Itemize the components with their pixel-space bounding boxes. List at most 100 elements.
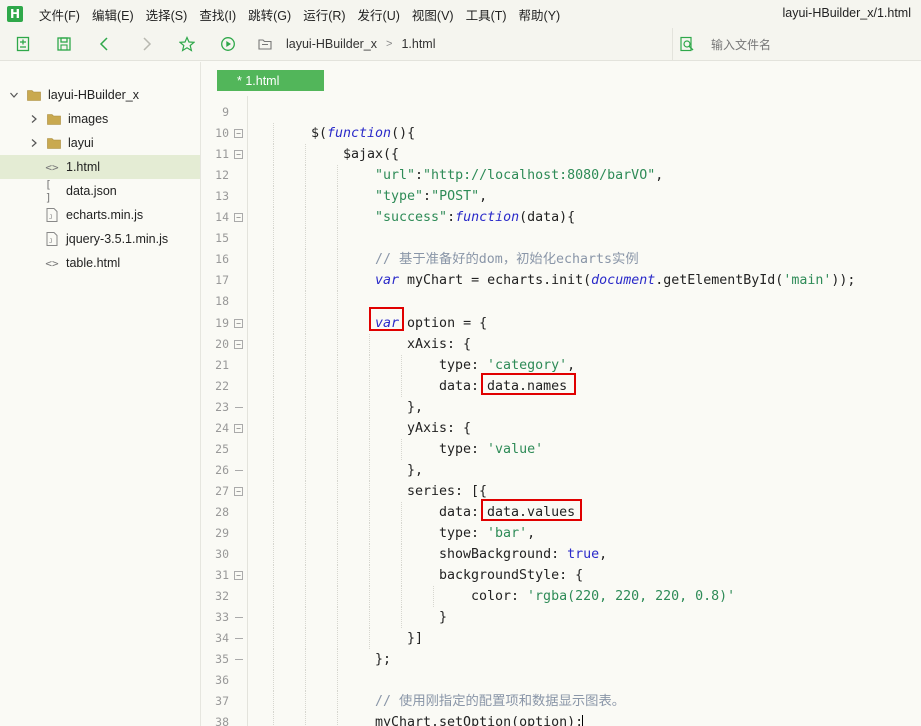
code-line-37[interactable]: 37 // 使用刚指定的配置项和数据显示图表。 xyxy=(201,691,921,713)
tree-item-echarts-min-js[interactable]: Jecharts.min.js xyxy=(0,203,200,227)
code-token: )); xyxy=(831,273,856,289)
code-editor[interactable]: * 1.html 9 10− $(function(){11− $ajax({12 "u… xyxy=(201,62,921,726)
fold-minus-icon[interactable]: − xyxy=(234,129,243,139)
indent-guide xyxy=(305,459,306,481)
indent-guide xyxy=(401,607,402,629)
code-line-30[interactable]: 30 showBackground: true, xyxy=(201,544,921,566)
chevron-down-icon[interactable] xyxy=(9,90,19,100)
chevron-right-icon[interactable] xyxy=(29,114,39,124)
menu-bar: H 文件(F) 编辑(E) 选择(S) 查找(I) 跳转(G) 运行(R) 发行(U) 视图(… xyxy=(0,0,921,28)
menu-item-9[interactable]: 帮助(Y) xyxy=(515,5,569,24)
code-line-14[interactable]: 14− "success":function(data){ xyxy=(201,207,921,229)
code-line-11[interactable]: 11− $ajax({ xyxy=(201,144,921,166)
indent-guide xyxy=(337,375,338,397)
fold-minus-icon[interactable]: − xyxy=(234,213,243,223)
menu-item-0[interactable]: 文件(F) xyxy=(35,5,88,24)
menu-item-6[interactable]: 发行(U) xyxy=(354,5,408,24)
code-line-16[interactable]: 16 // 基于准备好的dom，初始化echarts实例 xyxy=(201,249,921,271)
fold-minus-icon[interactable]: − xyxy=(234,318,243,328)
code-line-24[interactable]: 24− yAxis: { xyxy=(201,417,921,439)
search-file-icon[interactable] xyxy=(679,36,695,52)
code-token: , xyxy=(655,168,664,184)
save-icon[interactable] xyxy=(55,35,73,53)
indent-guide xyxy=(273,712,274,726)
run-icon[interactable] xyxy=(219,35,237,53)
menu-item-7[interactable]: 视图(V) xyxy=(408,5,462,24)
indent-guide xyxy=(337,312,338,334)
tree-item-1-html[interactable]: <> 1.html xyxy=(0,155,200,179)
menu-item-1[interactable]: 编辑(E) xyxy=(88,5,142,24)
fold-minus-icon[interactable]: − xyxy=(234,339,243,349)
indent-guide xyxy=(273,565,274,587)
code-token: 'value' xyxy=(487,441,544,457)
code-token: function xyxy=(327,126,392,142)
search-input[interactable] xyxy=(711,36,911,54)
code-line-10[interactable]: 10− $(function(){ xyxy=(201,123,921,145)
tree-item-jquery-3-5-1-min-js[interactable]: Jjquery-3.5.1.min.js xyxy=(0,227,200,251)
forward-icon[interactable] xyxy=(137,35,155,53)
code-line-35[interactable]: 35}; xyxy=(201,649,921,671)
indent-guide xyxy=(273,123,274,145)
hbuilder-logo-icon[interactable]: H xyxy=(7,6,23,22)
code-line-34[interactable]: 34}] xyxy=(201,628,921,650)
breadcrumb-file[interactable]: 1.html xyxy=(401,37,435,51)
code-line-29[interactable]: 29 type: 'bar', xyxy=(201,523,921,544)
code-token: 'main' xyxy=(783,273,832,289)
menu-item-2[interactable]: 选择(S) xyxy=(142,5,196,24)
code-line-33[interactable]: 33} xyxy=(201,607,921,629)
code-line-20[interactable]: 20− xAxis: { xyxy=(201,333,921,355)
line-number: 30 xyxy=(215,547,229,562)
code-line-23[interactable]: 23}, xyxy=(201,396,921,418)
code-text: }, xyxy=(407,397,423,418)
menu-item-4[interactable]: 跳转(G) xyxy=(244,5,299,24)
code-line-26[interactable]: 26}, xyxy=(201,459,921,481)
back-icon[interactable] xyxy=(96,35,114,53)
fold-minus-icon[interactable]: − xyxy=(234,423,243,433)
chevron-right-icon[interactable] xyxy=(29,138,39,148)
code-line-9[interactable]: 9 xyxy=(201,102,921,123)
tree-item-table-html[interactable]: <> table.html xyxy=(0,251,200,275)
code-line-38[interactable]: 38 myChart.setOption(option); xyxy=(201,712,921,726)
tree-item-images[interactable]: images xyxy=(0,107,200,131)
indent-guide xyxy=(337,249,338,271)
fold-minus-icon[interactable]: − xyxy=(234,150,243,160)
tree-item-data-json[interactable]: [ ] data.json xyxy=(0,178,200,204)
tree-item-layui[interactable]: layui xyxy=(0,131,200,155)
menu-item-3[interactable]: 查找(I) xyxy=(195,5,244,24)
fold-minus-icon[interactable]: − xyxy=(234,486,243,496)
code-line-18[interactable]: 18 xyxy=(201,291,921,313)
code-line-19[interactable]: 19− var option = { xyxy=(201,312,921,334)
menu-item-5[interactable]: 运行(R) xyxy=(299,5,353,24)
indent-guide xyxy=(273,312,274,334)
indent-guide xyxy=(337,396,338,418)
code-line-31[interactable]: 31− backgroundStyle: { xyxy=(201,565,921,587)
line-number: 37 xyxy=(215,694,229,709)
fold-minus-icon[interactable]: − xyxy=(234,571,243,581)
indent-guide xyxy=(433,586,434,608)
code-line-15[interactable]: 15 xyxy=(201,228,921,250)
code-line-36[interactable]: 36 xyxy=(201,670,921,692)
indent-guide xyxy=(337,544,338,566)
indent-guide xyxy=(337,480,338,502)
indent-guide xyxy=(273,523,274,544)
line-number: 20 xyxy=(215,336,229,351)
indent-guide xyxy=(273,459,274,481)
indent-guide xyxy=(305,354,306,376)
code-line-25[interactable]: 25 type: 'value' xyxy=(201,438,921,460)
code-line-13[interactable]: 13 "type":"POST", xyxy=(201,186,921,208)
code-line-32[interactable]: 32 color: 'rgba(220, 220, 220, 0.8)' xyxy=(201,586,921,608)
new-file-icon[interactable] xyxy=(14,35,32,53)
code-token: "http://localhost:8080/barVO" xyxy=(423,168,656,184)
star-icon[interactable] xyxy=(178,35,196,53)
highlight-box-data-values xyxy=(481,499,582,521)
code-text: "success":function(data){ xyxy=(375,207,575,228)
line-number: 23 xyxy=(215,399,229,414)
tab-1-html[interactable]: * 1.html xyxy=(217,70,324,91)
menu-item-8[interactable]: 工具(T) xyxy=(462,5,515,24)
code-line-12[interactable]: 12 "url":"http://localhost:8080/barVO", xyxy=(201,165,921,187)
indent-guide xyxy=(305,207,306,229)
tree-item-layui-hbuilder-x[interactable]: layui-HBuilder_x xyxy=(0,83,200,107)
code-token: 'category' xyxy=(487,357,568,373)
breadcrumb-project[interactable]: layui-HBuilder_x xyxy=(286,37,377,51)
code-line-17[interactable]: 17 var myChart = echarts.init(document.ge… xyxy=(201,270,921,292)
